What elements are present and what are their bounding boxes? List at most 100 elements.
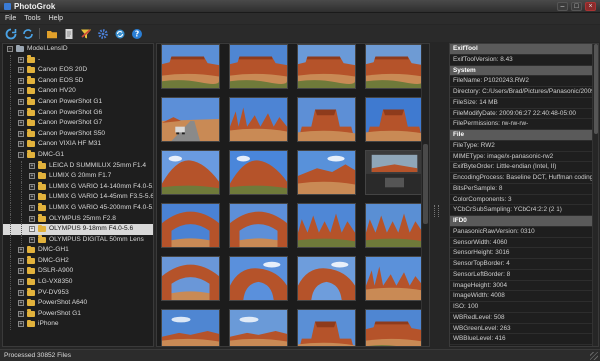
metadata-row[interactable]: YCbCrSubSampling: YCbCr4:2:2 (2 1) (450, 205, 598, 216)
tree-item[interactable]: + Canon VIXIA HF M31 (3, 139, 153, 150)
tree-item[interactable]: + OLYMPUS DIGITAL 50mm Lens (3, 234, 153, 246)
tree-item[interactable]: + OLYMPUS 25mm F2.8 (3, 213, 153, 225)
tree-item[interactable]: + PV-DV953 (3, 287, 153, 299)
tree-item[interactable]: + Canon PowerShot G1 (3, 96, 153, 108)
tree-item[interactable]: + LEICA D SUMMILUX 25mm F1.4 (3, 160, 153, 172)
photo-thumbnail[interactable] (229, 256, 288, 301)
photo-thumbnail[interactable] (365, 150, 424, 195)
camera-lens-tree[interactable]: - Model.LensID + - + Canon EOS 20D + Canon EOS … (2, 43, 154, 347)
scrollbar-thumb[interactable] (594, 44, 598, 134)
metadata-row[interactable]: FileModifyDate: 2009:06:27 22:40:48-05:0… (450, 109, 598, 120)
photo-thumbnail[interactable] (297, 44, 356, 89)
expand-icon[interactable]: + (18, 109, 24, 116)
metadata-row[interactable]: SensorLeftBorder: 8 (450, 270, 598, 281)
metadata-row[interactable]: SensorWidth: 4060 (450, 238, 598, 249)
minimize-button[interactable]: – (557, 2, 568, 11)
refresh-button[interactable] (4, 27, 17, 40)
photo-thumbnail[interactable] (229, 203, 288, 248)
metadata-row[interactable]: MIMEType: image/x-panasonic-rw2 (450, 152, 598, 163)
expand-icon[interactable]: + (18, 98, 24, 105)
resize-grip[interactable] (590, 352, 598, 360)
metadata-section-header[interactable]: System (450, 65, 598, 77)
tree-item[interactable]: + Canon EOS 20D (3, 65, 153, 76)
metadata-row[interactable]: Directory: C:/Users/Brad/Pictures/Panaso… (450, 87, 598, 98)
photo-thumbnail[interactable] (297, 150, 356, 195)
tree-item[interactable]: + LG-VX8350 (3, 277, 153, 288)
expand-icon[interactable]: + (18, 300, 24, 307)
tree-item[interactable]: + iPhone (3, 319, 153, 331)
tree-item[interactable]: + LUMIX G VARIO 45-200mm F4.0-5.6 (3, 202, 153, 214)
photo-thumbnail[interactable] (161, 203, 220, 248)
collapse-icon[interactable]: - (18, 151, 24, 158)
metadata-row[interactable]: WBBlueLevel: 416 (450, 334, 598, 345)
expand-icon[interactable]: + (18, 289, 24, 296)
reload-button[interactable] (21, 27, 34, 40)
help-button[interactable]: ? (130, 27, 143, 40)
expand-icon[interactable]: + (29, 204, 35, 211)
photo-thumbnail[interactable] (297, 256, 356, 301)
tree-item[interactable]: + LUMIX G 20mm F1.7 (3, 171, 153, 182)
expand-icon[interactable]: + (29, 162, 35, 169)
expand-icon[interactable]: + (18, 247, 24, 254)
expand-icon[interactable]: + (29, 226, 35, 233)
expand-icon[interactable]: + (18, 141, 24, 148)
metadata-row[interactable]: EncodingProcess: Baseline DCT, Huffman c… (450, 173, 598, 184)
panel-splitter[interactable] (434, 205, 439, 217)
expand-icon[interactable]: + (18, 268, 24, 275)
metadata-row[interactable]: SensorTopBorder: 4 (450, 259, 598, 270)
tree-item[interactable]: + DMC-GH2 (3, 255, 153, 267)
expand-icon[interactable]: + (29, 194, 35, 201)
expand-icon[interactable]: + (18, 88, 24, 95)
expand-icon[interactable]: + (18, 310, 24, 317)
expand-icon[interactable]: + (18, 279, 24, 286)
metadata-row[interactable]: FileType: RW2 (450, 141, 598, 152)
tree-item[interactable]: + Canon HV20 (3, 86, 153, 97)
metadata-row[interactable]: FileName: P1020243.RW2 (450, 76, 598, 87)
metadata-row[interactable]: WBRedLevel: 508 (450, 313, 598, 324)
tree-item[interactable]: + Canon PowerShot G7 (3, 118, 153, 129)
tree-item[interactable]: + DMC-GH1 (3, 245, 153, 256)
photo-thumbnail[interactable] (365, 97, 424, 142)
expand-icon[interactable]: + (18, 130, 24, 137)
photo-thumbnail[interactable] (229, 309, 288, 346)
expand-icon[interactable]: + (29, 173, 35, 180)
expand-icon[interactable]: + (29, 236, 35, 243)
tree-item[interactable]: + OLYMPUS 9-18mm F4.0-5.6 (3, 224, 153, 235)
tree-item[interactable]: + Canon PowerShot G6 (3, 107, 153, 119)
metadata-row[interactable]: FileSize: 14 MB (450, 98, 598, 109)
photo-thumbnail[interactable] (365, 203, 424, 248)
scrollbar-thumb[interactable] (423, 144, 428, 224)
filter-button[interactable] (79, 27, 92, 40)
sync-button[interactable] (113, 27, 126, 40)
metadata-row[interactable]: BitsPerSample: 8 (450, 184, 598, 195)
tree-item[interactable]: + LUMIX G VARIO 14-140mm F4.0-5.8 (3, 181, 153, 193)
tree-item[interactable]: - Model.LensID (3, 44, 153, 55)
expand-icon[interactable]: + (18, 56, 24, 63)
menu-file[interactable]: File (5, 15, 16, 22)
expand-icon[interactable]: + (29, 215, 35, 222)
expand-icon[interactable]: + (18, 120, 24, 127)
metadata-row[interactable]: ImageWidth: 4008 (450, 291, 598, 302)
photo-thumbnail[interactable] (297, 97, 356, 142)
photo-thumbnail[interactable] (161, 256, 220, 301)
photo-thumbnail[interactable] (297, 309, 356, 346)
tree-item[interactable]: + Canon EOS 5D (3, 75, 153, 87)
open-folder-button[interactable] (45, 27, 58, 40)
settings-button[interactable] (96, 27, 109, 40)
photo-thumbnail[interactable] (365, 44, 424, 89)
maximize-button[interactable]: □ (571, 2, 582, 11)
tree-item[interactable]: + DSLR-A900 (3, 266, 153, 278)
menu-tools[interactable]: Tools (24, 15, 40, 22)
metadata-section-header[interactable]: ExifTool (450, 44, 598, 55)
menu-help[interactable]: Help (49, 15, 63, 22)
metadata-row[interactable]: SensorHeight: 3016 (450, 248, 598, 259)
tree-item[interactable]: + PowerShot G1 (3, 308, 153, 320)
photo-thumbnail[interactable] (297, 203, 356, 248)
tree-item[interactable]: + LUMIX G VARIO 14-45mm F3.5-5.6 (3, 192, 153, 203)
thumbnail-scrollbar[interactable] (421, 44, 429, 346)
photo-thumbnail[interactable] (161, 44, 220, 89)
expand-icon[interactable]: + (18, 77, 24, 84)
metadata-row[interactable]: PanasonicRawVersion: 0310 (450, 227, 598, 238)
metadata-row[interactable]: ColorComponents: 3 (450, 195, 598, 206)
metadata-row[interactable]: FilePermissions: rw-rw-rw- (450, 119, 598, 130)
